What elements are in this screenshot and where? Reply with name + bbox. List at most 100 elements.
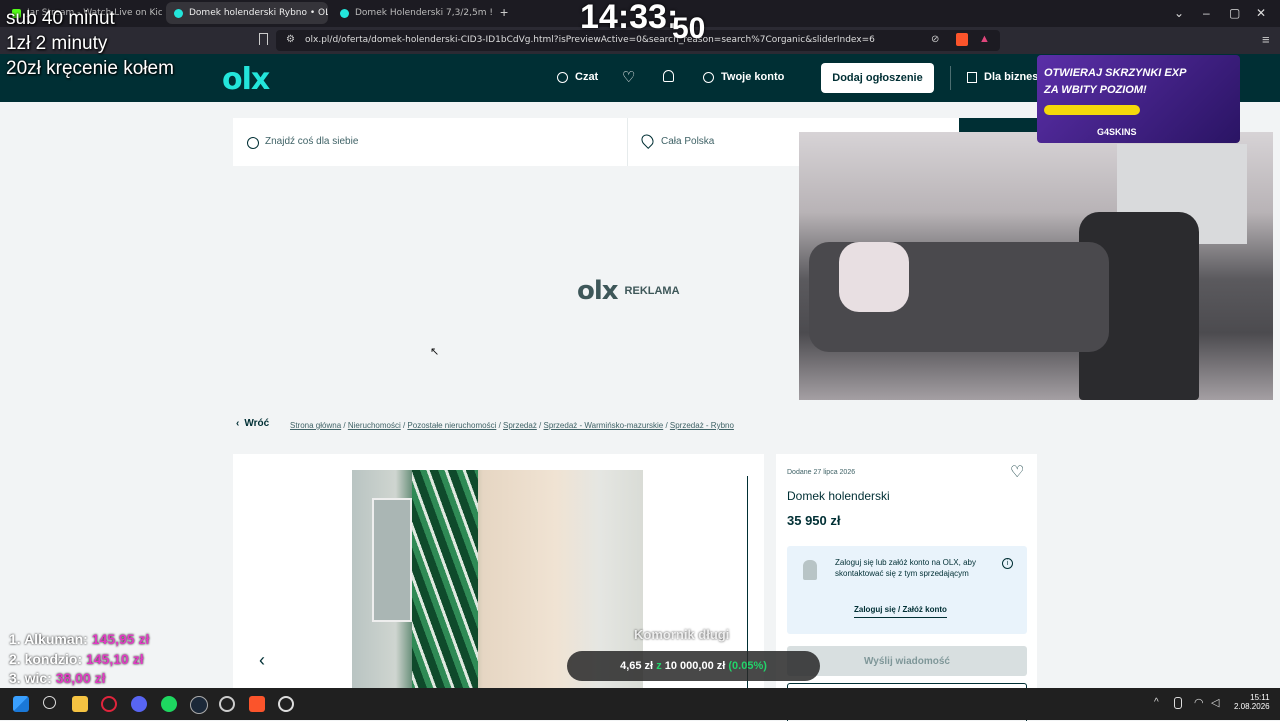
search-icon <box>247 137 259 149</box>
promo-line-1: OTWIERAJ SKRZYNKI EXP <box>1044 67 1187 79</box>
wifi-icon[interactable]: ◠ <box>1194 696 1204 709</box>
volume-icon[interactable]: ◁ <box>1211 696 1219 709</box>
stream-timer: 14:33: <box>580 0 679 36</box>
business-link[interactable]: Dla biznesu <box>967 71 1045 83</box>
donation-goal-bar: 4,65 zł z 10 000,00 zł (0.05%) <box>567 651 820 681</box>
gallery-prev-button[interactable]: ‹ <box>259 650 265 671</box>
account-link[interactable]: Twoje konto <box>703 71 784 83</box>
login-prompt-box: Zaloguj się lub załóż konto na OLX, aby … <box>787 546 1027 634</box>
chevron-up-icon[interactable]: ^ <box>1154 697 1159 708</box>
leader-amount: 145,95 zł <box>91 631 150 647</box>
leader-amount: 145,10 zł <box>86 651 144 667</box>
goal-target: 10 000,00 zł <box>664 660 726 672</box>
send-message-button[interactable]: Wyślij wiadomość <box>787 646 1027 676</box>
breadcrumb-item[interactable]: Strona główna <box>290 421 341 430</box>
bookmark-icon[interactable] <box>259 33 268 45</box>
breadcrumb-item[interactable]: Pozostałe nieruchomości <box>407 421 496 430</box>
leaderboard-row: 3. wic: 38,00 zł <box>9 670 106 686</box>
olx-ad-logo: olx <box>577 276 619 306</box>
bell-icon[interactable] <box>663 70 674 82</box>
add-listing-button[interactable]: Dodaj ogłoszenie <box>821 63 934 93</box>
clock-date: 2.08.2026 <box>1234 702 1270 711</box>
olx-favicon-icon <box>340 8 349 18</box>
brave-icon[interactable] <box>249 696 265 712</box>
olx-logo[interactable]: olx <box>222 62 270 97</box>
promo-banner: OTWIERAJ SKRZYNKI EXP ZA WBITY POZIOM! G… <box>1037 55 1240 143</box>
promo-bar <box>1044 105 1140 115</box>
system-clock[interactable]: 15:11 2.08.2026 <box>1234 693 1270 711</box>
location-pin-icon <box>639 132 656 149</box>
discord-icon[interactable] <box>131 696 147 712</box>
search-input[interactable]: Znajdź coś dla siebie <box>265 136 358 147</box>
info-icon[interactable]: i <box>1002 558 1013 569</box>
mouse-cursor-icon: ↖ <box>430 346 440 358</box>
login-link[interactable]: Zaloguj się / Załóż konto <box>854 605 947 618</box>
leader-amount: 38,00 zł <box>55 670 106 686</box>
clothes-image <box>839 242 909 312</box>
location-input[interactable]: Cała Polska <box>661 136 714 147</box>
listing-photo[interactable] <box>352 470 643 720</box>
olx-favicon-icon <box>174 8 183 18</box>
microphone-icon[interactable] <box>1174 697 1182 709</box>
mirror-image <box>372 498 412 622</box>
leader-rank: 1. <box>9 631 21 647</box>
listing-price: 35 950 zł <box>787 513 841 528</box>
breadcrumb: Strona główna / Nieruchomości / Pozostał… <box>290 421 734 430</box>
ad-label: REKLAMA <box>624 285 680 297</box>
brave-shields-icon[interactable] <box>956 33 968 46</box>
minimize-icon[interactable]: – <box>1203 6 1210 20</box>
stream-rule-2: 1zł 2 minuty <box>6 33 108 54</box>
new-tab-button[interactable]: + <box>500 4 508 20</box>
chat-label: Czat <box>575 71 599 83</box>
stream-timer-seconds: 50 <box>672 12 706 45</box>
user-avatar-icon <box>803 560 817 580</box>
tab-label: Domek Holenderski 7,3/2,5m !!! stan <box>355 8 494 18</box>
brave-rewards-icon[interactable]: ▲ <box>979 33 990 45</box>
goal-percent: (0.05%) <box>728 660 767 672</box>
breadcrumb-item[interactable]: Sprzedaż <box>503 421 537 430</box>
breadcrumb-item[interactable]: Sprzedaż - Rybno <box>670 421 734 430</box>
promo-line-2: ZA WBITY POZIOM! <box>1044 84 1147 96</box>
windows-start-icon[interactable] <box>13 696 29 712</box>
breadcrumb-item[interactable]: Nieruchomości <box>348 421 401 430</box>
site-info-icon[interactable]: ⚙ <box>286 34 295 45</box>
back-label: Wróć <box>244 418 270 429</box>
favorite-heart-icon[interactable]: ♡ <box>1010 462 1024 482</box>
leader-name: kondzio: <box>24 651 83 667</box>
leader-name: wic: <box>24 670 52 686</box>
menu-icon[interactable]: ≡ <box>1262 32 1270 47</box>
leader-rank: 2. <box>9 651 21 667</box>
chat-link[interactable]: Czat <box>557 71 598 83</box>
divider <box>950 66 951 90</box>
goal-current: 4,65 zł <box>620 660 654 672</box>
stream-rule-1: sub 40 minut <box>6 8 115 29</box>
tab-label: Domek holenderski Rybno • OLX <box>189 8 328 18</box>
tab-olx-domek-stan[interactable]: Domek Holenderski 7,3/2,5m !!! stan ✕ <box>332 2 494 24</box>
tab-olx-domek-rybno[interactable]: Domek holenderski Rybno • OLX ✕ <box>166 2 328 24</box>
windows-taskbar: ^ ◠ ◁ 15:11 2.08.2026 <box>0 688 1280 720</box>
obs-icon[interactable] <box>219 696 235 712</box>
chevron-left-icon: ‹ <box>236 418 240 429</box>
listing-date: Dodane 27 lipca 2026 <box>787 469 856 476</box>
close-window-icon[interactable]: ✕ <box>1256 6 1266 20</box>
back-link[interactable]: ‹ Wróć <box>236 418 269 429</box>
promo-brand: G4SKINS <box>1097 127 1137 137</box>
divider <box>627 118 628 166</box>
chatgpt-icon[interactable] <box>278 696 294 712</box>
maximize-icon[interactable]: ▢ <box>1229 6 1240 20</box>
clock-time: 15:11 <box>1250 693 1270 702</box>
spotify-icon[interactable] <box>161 696 177 712</box>
tracking-off-icon[interactable]: ⊘ <box>931 34 939 45</box>
breadcrumb-item[interactable]: Sprzedaż - Warmińsko-mazurskie <box>543 421 663 430</box>
search-icon[interactable] <box>43 696 56 709</box>
leader-rank: 3. <box>9 670 21 686</box>
steam-icon[interactable] <box>190 696 208 714</box>
listing-info-card: Dodane 27 lipca 2026 ♡ Domek holenderski… <box>776 454 1037 721</box>
building-icon <box>967 71 977 83</box>
opera-icon[interactable] <box>101 696 117 712</box>
tab-list-icon[interactable]: ⌄ <box>1174 6 1184 20</box>
heart-icon[interactable]: ♡ <box>622 68 635 86</box>
leaderboard-row: 2. kondzio: 145,10 zł <box>9 651 144 667</box>
leader-name: Alkuman: <box>24 631 88 647</box>
file-explorer-icon[interactable] <box>72 696 88 712</box>
